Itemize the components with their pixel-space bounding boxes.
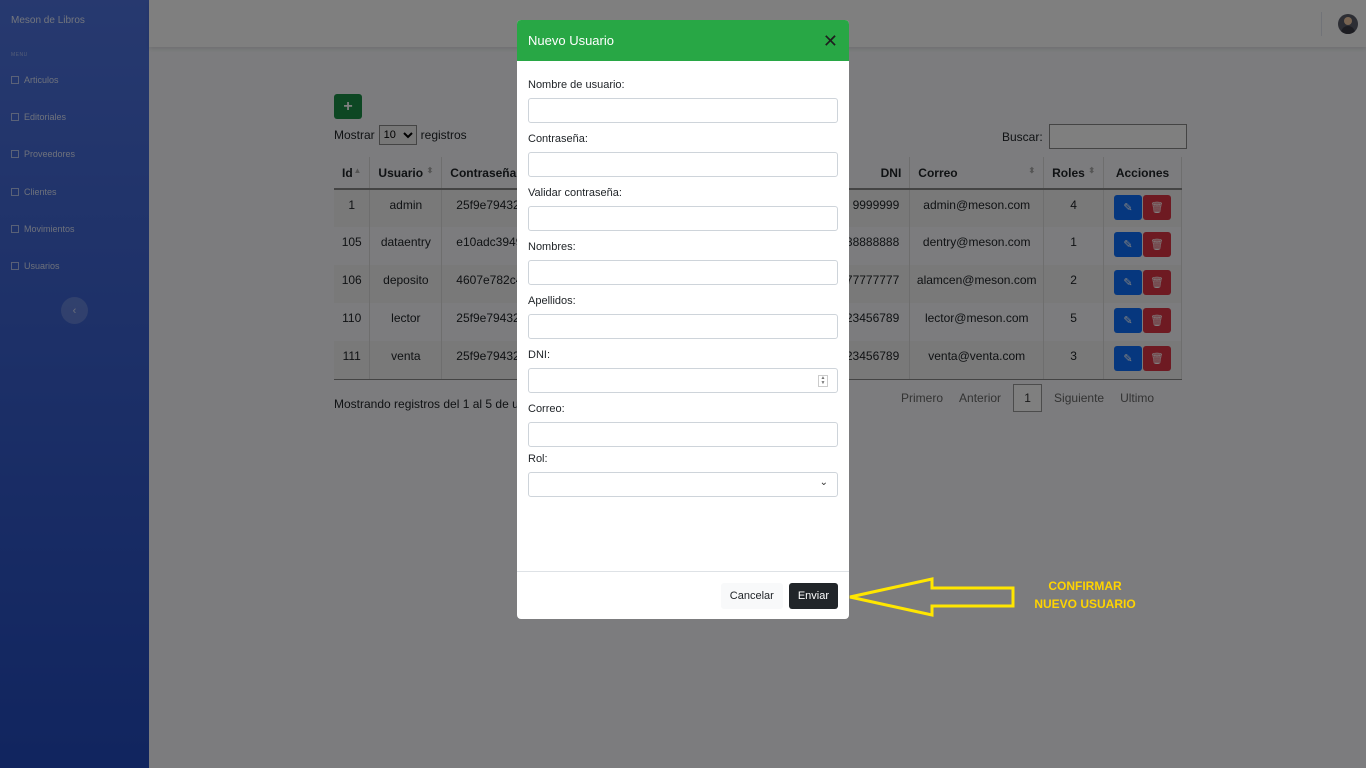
modal-header: Nuevo Usuario ✕ [517, 20, 849, 61]
username-input[interactable] [528, 98, 838, 123]
password-field-group: Contraseña: [528, 133, 838, 177]
submit-button[interactable]: Enviar [788, 582, 838, 609]
first-name-label: Nombres: [528, 241, 576, 253]
annotation-line: CONFIRMAR [1048, 579, 1122, 593]
new-user-modal: Nuevo Usuario ✕ Nombre de usuario: Contr… [517, 20, 849, 619]
modal-body: Nombre de usuario: Contraseña: Validar c… [517, 61, 849, 497]
cancel-button[interactable]: Cancelar [720, 582, 783, 609]
email-field-group: Correo: [528, 403, 838, 447]
username-label: Nombre de usuario: [528, 79, 625, 91]
role-field-group: Rol: ⌄ [528, 453, 838, 497]
password-confirm-label: Validar contraseña: [528, 187, 622, 199]
close-icon[interactable]: ✕ [823, 32, 838, 50]
password-confirm-input[interactable] [528, 206, 838, 231]
modal-title: Nuevo Usuario [528, 33, 614, 48]
role-select[interactable]: ⌄ [528, 472, 838, 497]
chevron-down-icon: ⌄ [819, 477, 828, 488]
last-name-input[interactable] [528, 314, 838, 339]
annotation-line: NUEVO USUARIO [1034, 597, 1136, 611]
password-confirm-field-group: Validar contraseña: [528, 187, 838, 231]
first-name-field-group: Nombres: [528, 241, 838, 285]
password-label: Contraseña: [528, 133, 588, 145]
email-label: Correo: [528, 403, 565, 415]
email-input[interactable] [528, 422, 838, 447]
role-label: Rol: [528, 453, 548, 465]
dni-field-group: DNI: ▲ ▼ [528, 349, 838, 393]
annotation-text: CONFIRMAR NUEVO USUARIO [1020, 577, 1150, 613]
dni-label: DNI: [528, 349, 550, 361]
annotation-arrow-icon [849, 577, 1015, 617]
last-name-field-group: Apellidos: [528, 295, 838, 339]
first-name-input[interactable] [528, 260, 838, 285]
last-name-label: Apellidos: [528, 295, 576, 307]
username-field-group: Nombre de usuario: [528, 79, 838, 123]
modal-footer: Cancelar Enviar [517, 571, 849, 619]
password-input[interactable] [528, 152, 838, 177]
number-spinner-icon[interactable]: ▲ ▼ [818, 375, 828, 387]
dni-input[interactable]: ▲ ▼ [528, 368, 838, 393]
